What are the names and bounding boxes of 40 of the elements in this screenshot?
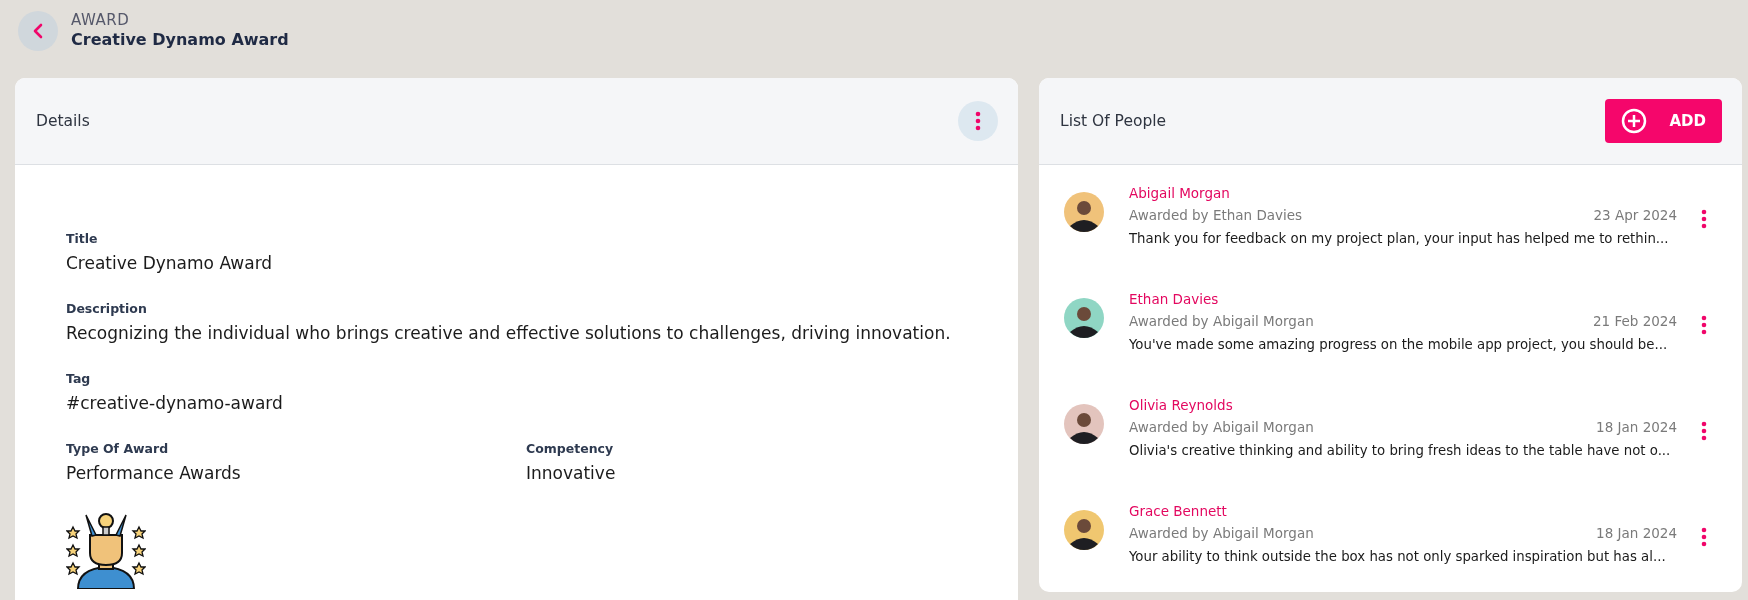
field-value: Recognizing the individual who brings creative and effective solutions to challenges, driving innovation. xyxy=(66,323,952,343)
field-label: Type Of Award xyxy=(66,441,170,456)
plus-circle-icon xyxy=(1621,108,1647,134)
field-value: Creative Dynamo Award xyxy=(66,253,274,273)
more-button[interactable] xyxy=(958,101,998,141)
award-message: You've made some amazing progress on the mobile app project, you should be... xyxy=(1129,337,1669,352)
awarded-by-text: Awarded by Ethan Davies xyxy=(1129,207,1303,223)
award-date: 18 Jan 2024 xyxy=(1596,525,1677,541)
person-name[interactable]: Grace Bennett xyxy=(1129,503,1677,519)
field-value: #creative-dynamo-award xyxy=(66,393,284,413)
field-label: Tag xyxy=(66,371,92,386)
awarded-by-text: Awarded by Abigail Morgan xyxy=(1129,419,1314,435)
back-button[interactable] xyxy=(18,11,58,51)
field-value: Performance Awards xyxy=(66,463,242,483)
field-label: Title xyxy=(66,231,99,246)
back-icon xyxy=(31,23,45,39)
field-label: Competency xyxy=(526,441,615,456)
more-vertical-icon xyxy=(1701,315,1707,335)
person-name[interactable]: Olivia Reynolds xyxy=(1129,397,1677,413)
award-message: Your ability to think outside the box has not only sparked inspiration but has al... xyxy=(1129,549,1667,564)
more-vertical-icon xyxy=(1701,209,1707,229)
award-date: 23 Apr 2024 xyxy=(1593,207,1677,223)
field-label: Description xyxy=(66,301,148,316)
person-name[interactable]: Ethan Davies xyxy=(1129,291,1677,307)
page-kicker: AWARD xyxy=(71,11,131,29)
more-vertical-icon xyxy=(1701,421,1707,441)
page-title: Creative Dynamo Award xyxy=(71,29,289,51)
card-title: Details xyxy=(36,112,90,130)
card-title: List Of People xyxy=(1060,112,1167,130)
award-date: 18 Jan 2024 xyxy=(1596,419,1677,435)
more-vertical-icon xyxy=(1701,527,1707,547)
add-button[interactable]: ADD xyxy=(1605,99,1722,143)
award-message: Olivia's creative thinking and ability to bring fresh ideas to the table have not o... xyxy=(1129,443,1672,458)
award-message: Thank you for feedback on my project plan, your input has helped me to rethin... xyxy=(1129,231,1670,246)
field-value: Innovative xyxy=(526,463,617,483)
person-name[interactable]: Abigail Morgan xyxy=(1129,185,1677,201)
award-date: 21 Feb 2024 xyxy=(1592,313,1677,329)
awarded-by-text: Awarded by Abigail Morgan xyxy=(1129,313,1314,329)
awarded-by-text: Awarded by Abigail Morgan xyxy=(1129,525,1314,541)
more-vertical-icon xyxy=(975,111,981,131)
